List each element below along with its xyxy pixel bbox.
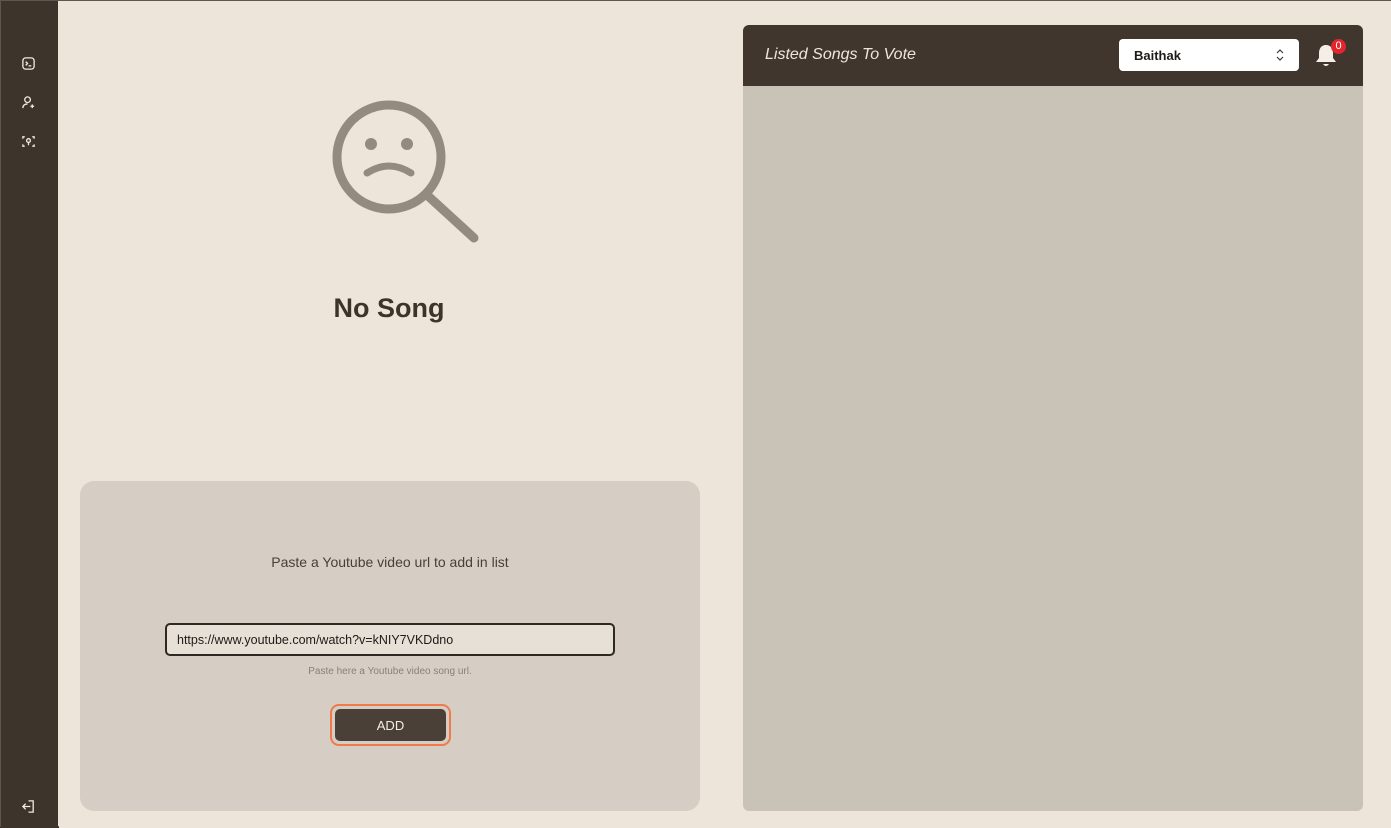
terminal-icon[interactable]: [18, 53, 38, 73]
add-song-prompt: Paste a Youtube video url to add in list: [271, 554, 509, 570]
sidebar: [1, 1, 58, 828]
user-add-icon[interactable]: [18, 92, 38, 112]
vote-panel: Listed Songs To Vote Baithak 0: [743, 25, 1363, 811]
url-helper-text: Paste here a Youtube video song url.: [308, 666, 472, 677]
main-content: No Song Paste a Youtube video url to add…: [59, 1, 1391, 828]
chevron-updown-icon: [1276, 49, 1284, 61]
add-button[interactable]: ADD: [335, 709, 446, 741]
room-select-value: Baithak: [1134, 48, 1181, 63]
vote-panel-header: Listed Songs To Vote Baithak 0: [743, 25, 1363, 86]
app-window: No Song Paste a Youtube video url to add…: [0, 0, 1391, 828]
add-song-card: Paste a Youtube video url to add in list…: [80, 481, 700, 811]
vote-panel-title: Listed Songs To Vote: [765, 46, 916, 63]
add-button-focus-ring: ADD: [330, 704, 451, 746]
sad-magnifier-icon: [332, 100, 479, 243]
logout-icon[interactable]: [18, 796, 38, 816]
scan-icon[interactable]: [18, 131, 38, 151]
youtube-url-input[interactable]: [165, 623, 615, 656]
notification-badge: 0: [1331, 39, 1346, 54]
empty-state-title: No Song: [333, 293, 445, 323]
room-select[interactable]: Baithak: [1119, 39, 1299, 71]
